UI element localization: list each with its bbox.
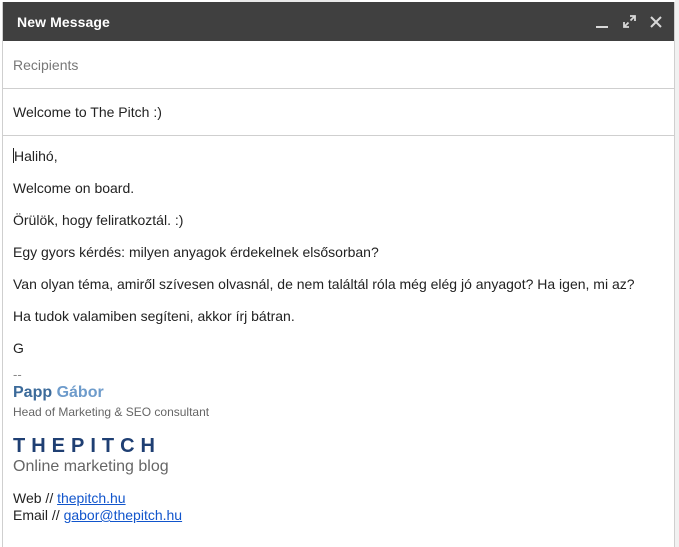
background-window-edge (675, 0, 679, 547)
body-line: Van olyan téma, amiről szívesen olvasnál… (13, 276, 635, 292)
body-line: Egy gyors kérdés: milyen anyagok érdekel… (13, 244, 379, 260)
expand-icon[interactable] (621, 14, 637, 30)
close-icon[interactable] (648, 14, 664, 30)
compose-title: New Message (17, 13, 110, 30)
web-label: Web // (13, 490, 54, 506)
body-line: G (13, 340, 24, 356)
brand-logo: THEPITCH (13, 435, 161, 457)
email-label: Email // (13, 507, 60, 523)
signature-last-name: Gábor (56, 384, 104, 401)
minimize-icon[interactable] (594, 14, 610, 30)
message-body[interactable]: Halihó, Welcome on board. Örülök, hogy f… (3, 136, 674, 524)
brand-tagline: Online marketing blog (13, 458, 169, 475)
window-controls (594, 14, 664, 30)
recipients-placeholder: Recipients (13, 56, 79, 73)
signature-role: Head of Marketing & SEO consultant (13, 405, 210, 419)
body-line: Ha tudok valamiben segíteni, akkor írj b… (13, 308, 295, 324)
subject-field[interactable]: Welcome to The Pitch :) (3, 89, 674, 136)
recipients-field[interactable]: Recipients (3, 41, 674, 89)
signature-first-name: Papp (13, 384, 53, 401)
body-line: Welcome on board. (13, 180, 135, 196)
compose-window: New Message Recipients Welcome to The Pi… (2, 2, 675, 547)
signature-name: Papp Gábor (13, 383, 664, 402)
signature-separator: -- (13, 367, 22, 382)
web-row: Web // thepitch.hu (13, 490, 664, 507)
subject-value: Welcome to The Pitch :) (13, 104, 162, 120)
web-link[interactable]: thepitch.hu (57, 490, 126, 506)
compose-titlebar[interactable]: New Message (3, 2, 674, 41)
email-row: Email // gabor@thepitch.hu (13, 507, 664, 524)
body-line: Örülök, hogy feliratkoztál. :) (13, 212, 184, 228)
email-link[interactable]: gabor@thepitch.hu (64, 507, 183, 523)
body-line: Halihó, (13, 148, 58, 164)
signature-contact: Web // thepitch.hu Email // gabor@thepit… (13, 490, 664, 524)
